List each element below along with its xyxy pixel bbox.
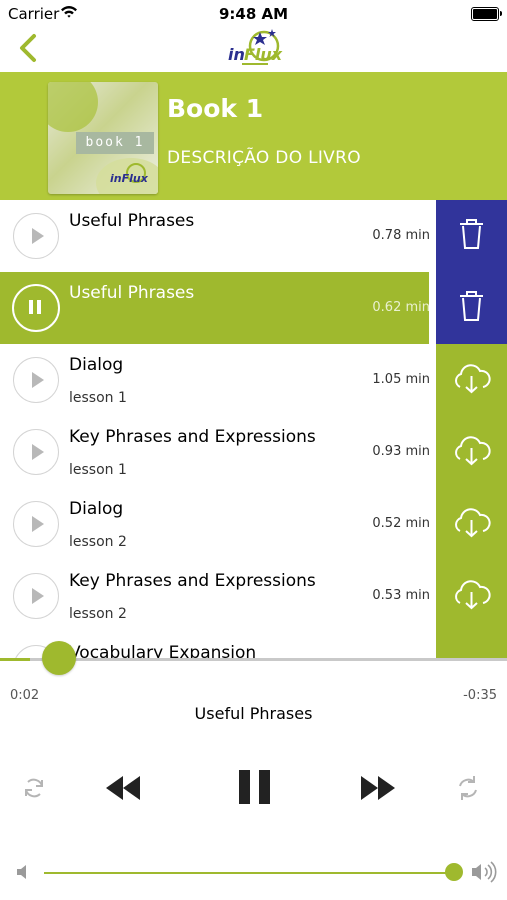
track-duration: 0.78 min [372,228,430,243]
seek-bar[interactable] [0,658,507,661]
rewind-icon[interactable] [104,773,142,803]
pause-button[interactable] [12,284,60,332]
elapsed-time: 0:02 [10,688,40,703]
track-title: Vocabulary Expansion [69,643,257,658]
remaining-time: -0:35 [463,688,497,703]
trash-icon [460,219,483,249]
book-description: DESCRIÇÃO DO LIVRO [167,148,361,168]
book-header: book 1 inFlux Book 1 DESCRIÇÃO DO LIVRO [0,72,507,200]
track-list[interactable]: Useful Phrases 0.78 min Useful Phrases 0… [0,200,507,658]
track-row-playing[interactable]: Useful Phrases 0.62 min [0,272,507,345]
delete-button[interactable] [436,200,507,272]
play-icon [32,444,44,460]
trash-icon [460,291,483,321]
chevron-left-icon[interactable] [16,30,44,70]
cloud-download-icon [455,436,491,466]
track-row[interactable]: Useful Phrases 0.78 min [0,200,507,273]
track-subtitle: lesson 2 [69,534,127,550]
cover-label: book 1 [76,132,154,154]
cover-logo-icon: inFlux [110,163,149,185]
nav-bar: in Flux [0,28,507,72]
track-duration: 0.52 min [372,516,430,531]
play-button[interactable] [13,501,59,547]
play-icon [32,588,44,604]
seek-progress [0,658,30,661]
pause-icon[interactable] [237,768,273,806]
cloud-download-icon [455,508,491,538]
pause-icon [29,300,41,314]
svg-text:Flux: Flux [244,45,283,64]
volume-slider[interactable] [44,872,454,874]
download-button[interactable] [436,416,507,488]
download-button[interactable] [436,632,507,658]
shuffle-icon[interactable] [454,774,482,802]
status-bar: Carrier 9:48 AM [0,0,507,28]
track-row[interactable]: Key Phrases and Expressions lesson 2 0.5… [0,560,507,633]
track-subtitle: lesson 1 [69,462,127,478]
track-title: Dialog [69,499,124,519]
track-title: Useful Phrases [69,211,195,231]
track-title: Key Phrases and Expressions [69,427,316,447]
volume-high-icon [472,861,497,883]
play-button[interactable] [13,357,59,403]
track-subtitle: lesson 1 [69,390,127,406]
play-icon [32,228,44,244]
track-duration: 1.05 min [372,372,430,387]
download-button[interactable] [436,344,507,416]
cloud-download-icon [455,364,491,394]
track-row[interactable]: Dialog lesson 1 1.05 min [0,344,507,417]
track-duration: 0.62 min [372,300,430,315]
book-title: Book 1 [167,94,264,123]
track-title: Key Phrases and Expressions [69,571,316,591]
play-button[interactable] [13,213,59,259]
svg-text:inFlux: inFlux [110,172,149,185]
track-row[interactable]: Vocabulary Expansion [0,632,507,658]
track-row[interactable]: Key Phrases and Expressions lesson 1 0.9… [0,416,507,489]
play-icon [32,516,44,532]
play-button[interactable] [13,429,59,475]
track-title: Useful Phrases [69,283,195,303]
volume-handle[interactable] [445,863,463,881]
fast-forward-icon[interactable] [359,773,397,803]
svg-text:in: in [228,45,245,64]
now-playing-title: Useful Phrases [194,704,313,723]
seek-handle[interactable] [42,641,76,675]
repeat-icon[interactable] [20,774,48,802]
battery-icon [471,7,502,21]
track-duration: 0.93 min [372,444,430,459]
track-subtitle: lesson 2 [69,606,127,622]
clock: 9:48 AM [218,5,289,23]
track-title: Dialog [69,355,124,375]
download-button[interactable] [436,488,507,560]
volume-low-icon [17,865,26,879]
track-duration: 0.53 min [372,588,430,603]
track-row[interactable]: Dialog lesson 2 0.52 min [0,488,507,561]
book-cover-image: book 1 inFlux [48,82,158,194]
influx-logo: in Flux [228,29,283,65]
download-button[interactable] [436,560,507,632]
cloud-download-icon [455,580,491,610]
delete-button[interactable] [436,272,507,344]
play-button[interactable] [13,573,59,619]
play-icon [32,372,44,388]
